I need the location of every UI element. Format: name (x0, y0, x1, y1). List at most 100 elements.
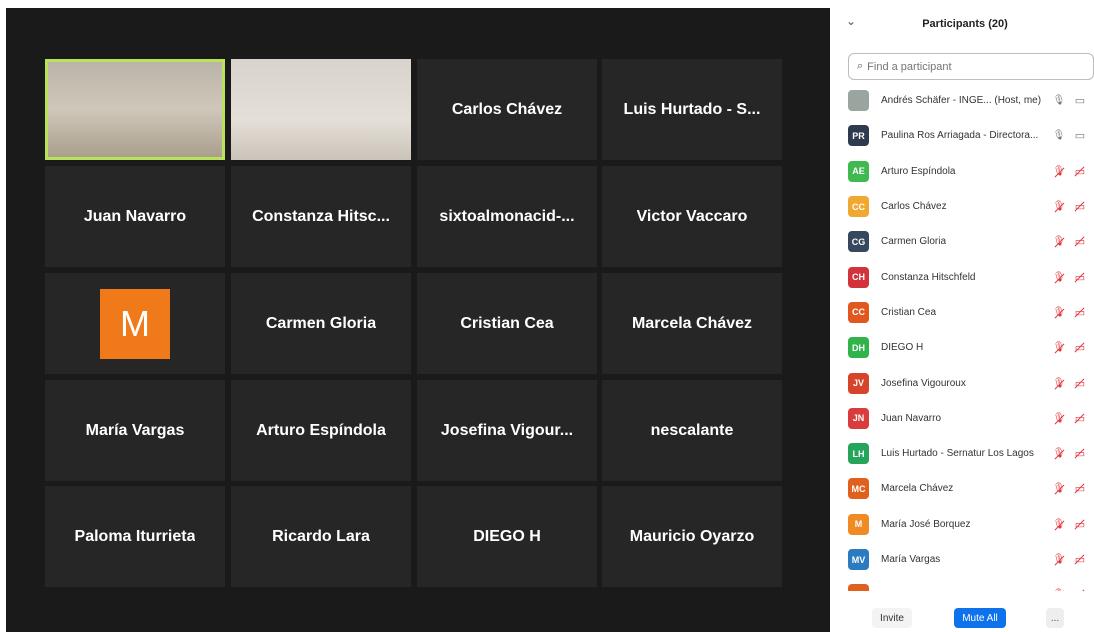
mic-muted-icon[interactable]: 🎙 (1052, 589, 1066, 591)
participant-name: Constanza Hitschfeld (881, 271, 976, 283)
more-options-button[interactable]: ... (1046, 608, 1064, 628)
mic-muted-icon[interactable]: 🎙 (1052, 448, 1066, 459)
participant-name: Juan Navarro (83, 207, 187, 225)
participant-row[interactable]: MV María Vargas 🎙 ▭ (836, 542, 1094, 577)
video-tile-camera[interactable] (231, 59, 411, 160)
camera-off-icon[interactable]: ▭ (1072, 165, 1088, 178)
participants-panel: ⌄ Participants (20) ⌕ Andrés Schäfer - I… (836, 0, 1094, 632)
mic-muted-icon[interactable]: 🎙 (1052, 342, 1066, 353)
camera-off-icon[interactable]: ▭ (1072, 447, 1088, 460)
participant-name: Carmen Gloria (265, 314, 377, 332)
mic-muted-icon[interactable]: 🎙 (1052, 166, 1066, 177)
mic-icon[interactable]: 🎙 (1052, 130, 1066, 141)
participant-name: Josefina Vigour... (440, 421, 574, 439)
participant-row[interactable]: MC Marcela Chávez 🎙 ▭ (836, 471, 1094, 506)
participant-row[interactable]: 🎙▭ (836, 577, 1094, 591)
participant-row[interactable]: CC Carlos Chávez 🎙 ▭ (836, 189, 1094, 224)
mic-muted-icon[interactable]: 🎙 (1052, 272, 1066, 283)
video-tile[interactable]: María Vargas (45, 380, 225, 481)
participant-row[interactable]: LH Luis Hurtado - Sernatur Los Lagos 🎙 ▭ (836, 436, 1094, 471)
avatar: CG (848, 231, 869, 253)
participant-name: Paloma Iturrieta (74, 527, 196, 545)
participant-name: María José Borquez (881, 518, 971, 530)
participant-name: Marcela Chávez (881, 483, 954, 495)
participant-name: María Vargas (85, 421, 185, 439)
panel-header: ⌄ Participants (20) (836, 0, 1094, 50)
avatar: PR (848, 125, 869, 147)
participant-list: Andrés Schäfer - INGE... (Host, me) 🎙 ▭ PR P… (836, 83, 1094, 591)
camera-off-icon[interactable]: ▭ (1072, 482, 1088, 495)
mic-muted-icon[interactable]: 🎙 (1052, 307, 1066, 318)
avatar (848, 90, 869, 112)
video-tile[interactable]: Marcela Chávez (602, 273, 782, 374)
participant-name: DIEGO H (473, 527, 541, 545)
participant-row[interactable]: JV Josefina Vigouroux 🎙 ▭ (836, 365, 1094, 400)
video-tile[interactable]: Arturo Espíndola (231, 380, 411, 481)
participant-row[interactable]: CG Carmen Gloria 🎙 ▭ (836, 224, 1094, 259)
camera-off-icon[interactable]: ▭ (1072, 377, 1088, 390)
video-tile[interactable]: Josefina Vigour... (417, 380, 597, 481)
video-tile-avatar[interactable]: M (45, 273, 225, 374)
invite-button[interactable]: Invite (872, 608, 912, 628)
video-tile[interactable]: nescalante (602, 380, 782, 481)
video-tile-active-speaker[interactable] (45, 59, 225, 160)
camera-off-icon[interactable]: ▭ (1072, 306, 1088, 319)
panel-title: Participants (20) (922, 18, 1008, 30)
participant-row[interactable]: JN Juan Navarro 🎙 ▭ (836, 401, 1094, 436)
video-tile[interactable]: Carlos Chávez (417, 59, 597, 160)
participant-name: Carlos Chávez (881, 201, 947, 213)
camera-icon[interactable]: ▭ (1072, 129, 1088, 142)
camera-off-icon[interactable]: ▭ (1072, 412, 1088, 425)
participant-row[interactable]: CC Cristian Cea 🎙 ▭ (836, 295, 1094, 330)
video-tile[interactable]: Constanza Hitsc... (231, 166, 411, 267)
participant-name: DIEGO H (881, 342, 924, 354)
avatar: MC (848, 478, 869, 500)
avatar: CC (848, 301, 869, 323)
mic-muted-icon[interactable]: 🎙 (1052, 483, 1066, 494)
mic-muted-icon[interactable]: 🎙 (1052, 519, 1066, 530)
camera-off-icon[interactable]: ▭ (1072, 341, 1088, 354)
video-tile[interactable]: Victor Vaccaro (602, 166, 782, 267)
camera-off-icon[interactable]: ▭ (1072, 588, 1088, 591)
participant-name: Carlos Chávez (451, 100, 563, 118)
participant-row[interactable]: AE Arturo Espíndola 🎙 ▭ (836, 154, 1094, 189)
mute-all-button[interactable]: Mute All (954, 608, 1006, 628)
video-tile[interactable]: DIEGO H (417, 486, 597, 587)
participant-row[interactable]: PR Paulina Ros Arriagada - Directora... 🎙 ▭ (836, 118, 1094, 153)
mic-muted-icon[interactable]: 🎙 (1052, 236, 1066, 247)
mic-muted-icon[interactable]: 🎙 (1052, 413, 1066, 424)
camera-off-icon[interactable]: ▭ (1072, 271, 1088, 284)
camera-off-icon[interactable]: ▭ (1072, 200, 1088, 213)
search-box[interactable]: ⌕ (848, 53, 1094, 80)
participant-row[interactable]: DH DIEGO H 🎙 ▭ (836, 330, 1094, 365)
mic-icon[interactable]: 🎙 (1052, 95, 1066, 106)
video-tile[interactable]: Ricardo Lara (231, 486, 411, 587)
participant-row[interactable]: Andrés Schäfer - INGE... (Host, me) 🎙 ▭ (836, 83, 1094, 118)
avatar: M (100, 288, 170, 359)
search-input[interactable] (867, 60, 1068, 73)
video-tile[interactable]: Cristian Cea (417, 273, 597, 374)
participant-row[interactable]: M María José Borquez 🎙 ▭ (836, 507, 1094, 542)
video-tile[interactable]: Juan Navarro (45, 166, 225, 267)
camera-off-icon[interactable]: ▭ (1072, 235, 1088, 248)
video-tile[interactable]: Mauricio Oyarzo (602, 486, 782, 587)
participant-name: nescalante (650, 421, 734, 439)
camera-icon[interactable]: ▭ (1072, 94, 1088, 107)
mic-muted-icon[interactable]: 🎙 (1052, 201, 1066, 212)
avatar: M (848, 513, 869, 535)
video-tile[interactable]: Carmen Gloria (231, 273, 411, 374)
participant-name: Victor Vaccaro (636, 207, 748, 225)
participant-name: Luis Hurtado - S... (623, 100, 761, 118)
participant-name: Arturo Espíndola (256, 421, 386, 439)
video-tile[interactable]: Luis Hurtado - S... (602, 59, 782, 160)
video-tile[interactable]: sixtoalmonacid-... (417, 166, 597, 267)
mic-muted-icon[interactable]: 🎙 (1052, 554, 1066, 565)
participant-row[interactable]: CH Constanza Hitschfeld 🎙 ▭ (836, 259, 1094, 294)
participant-name: Mauricio Oyarzo (629, 527, 755, 545)
video-tile[interactable]: Paloma Iturrieta (45, 486, 225, 587)
participant-name: Paulina Ros Arriagada - Directora... (881, 130, 1039, 142)
mic-muted-icon[interactable]: 🎙 (1052, 378, 1066, 389)
camera-off-icon[interactable]: ▭ (1072, 518, 1088, 531)
camera-off-icon[interactable]: ▭ (1072, 553, 1088, 566)
avatar: JV (848, 372, 869, 394)
